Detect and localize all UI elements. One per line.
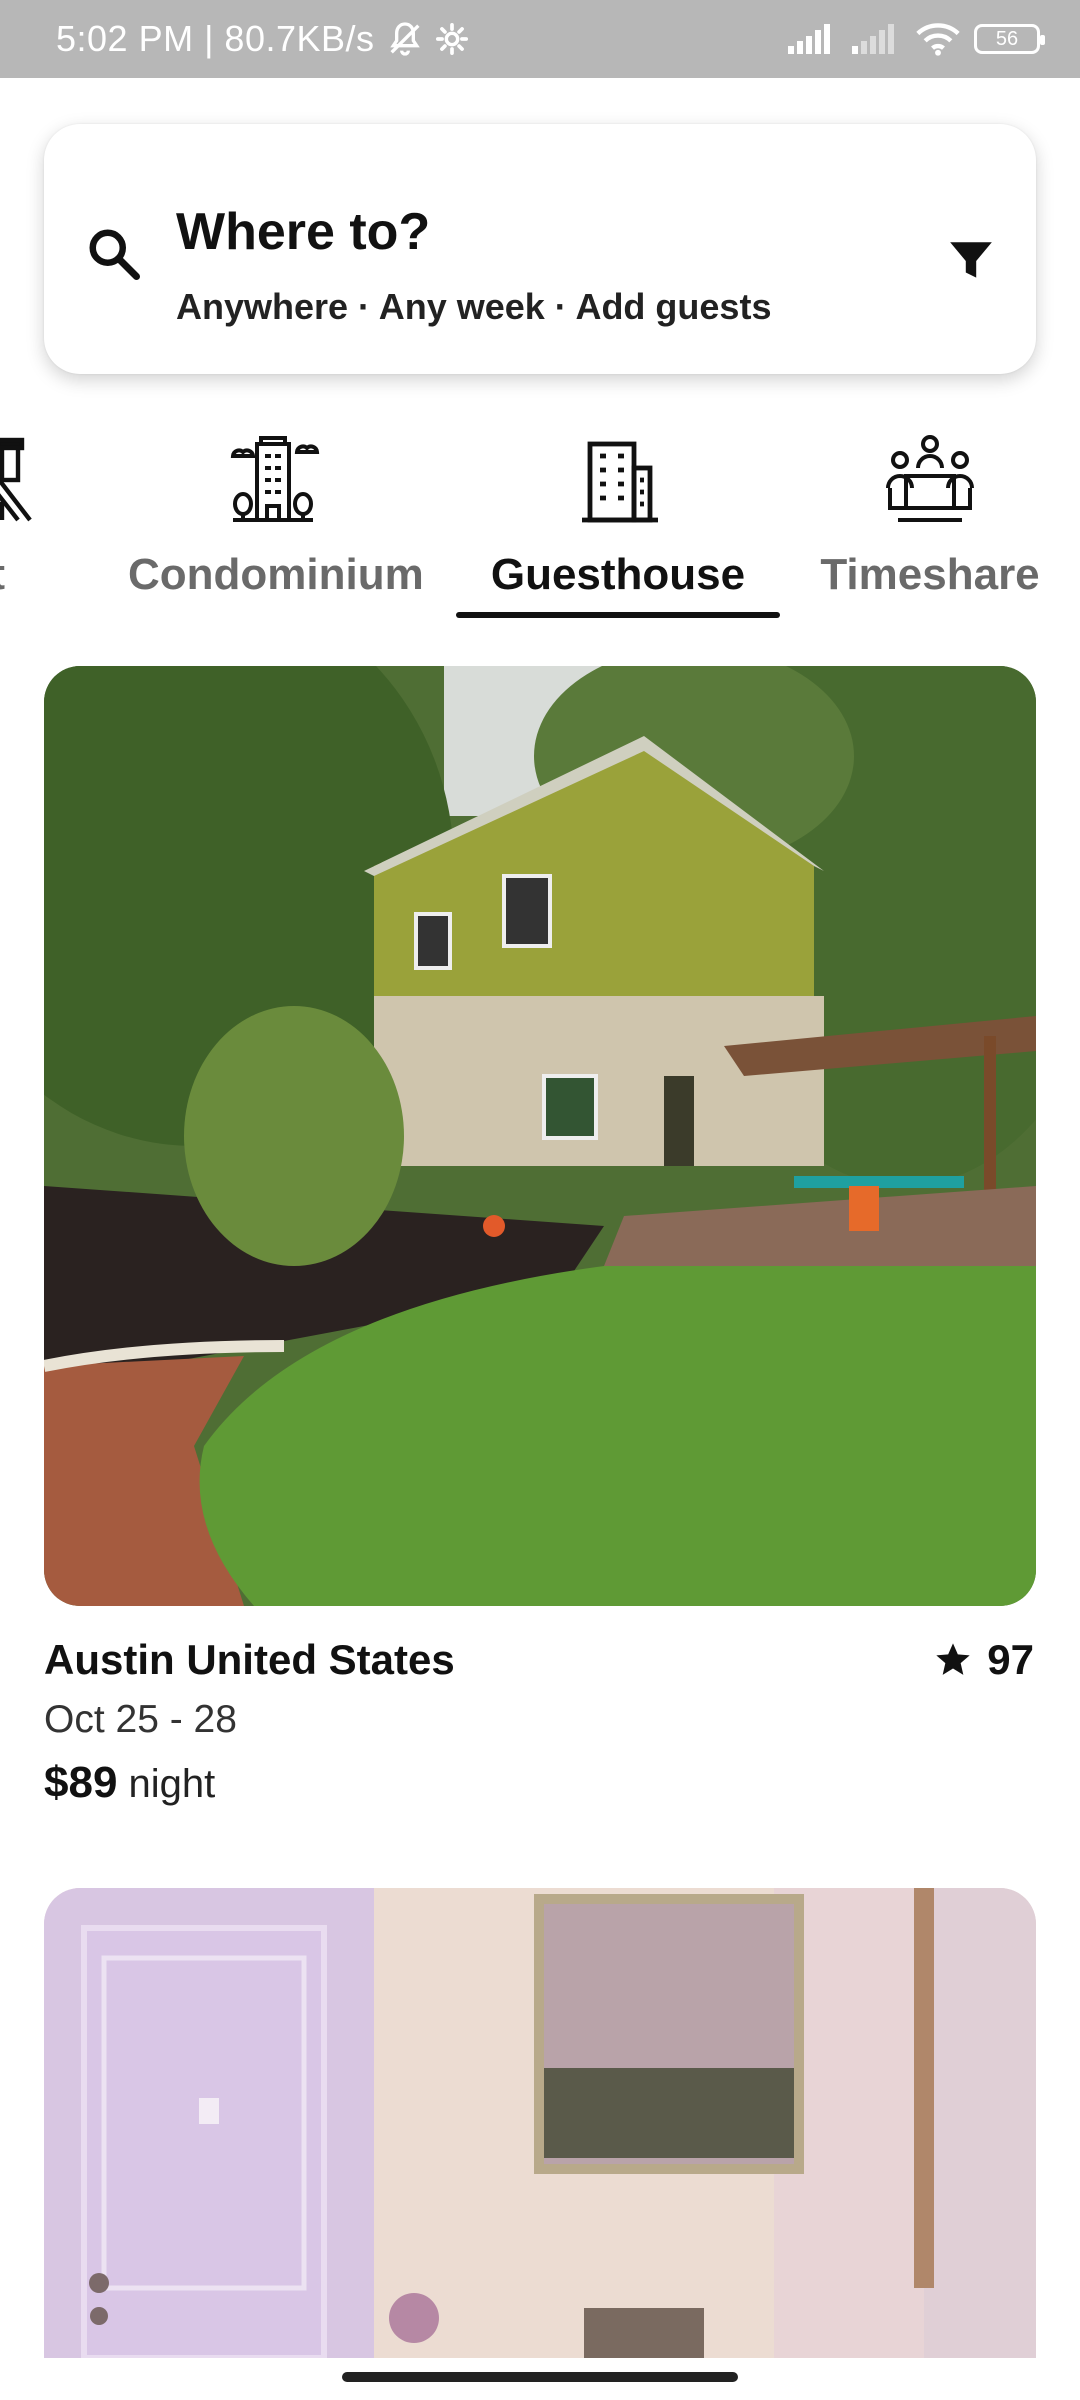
- timeshare-icon: [886, 435, 974, 522]
- mute-bell-icon: [389, 22, 420, 56]
- listing-photo[interactable]: [44, 1888, 1036, 2358]
- listing-card[interactable]: [44, 1888, 1036, 2358]
- guesthouse-icon: [582, 441, 658, 523]
- category-tab-condominium[interactable]: Condominium: [128, 420, 424, 620]
- status-left: 5:02 PM | 80.7KB/s: [56, 0, 469, 78]
- signal-weak-icon: [852, 24, 894, 54]
- search-card[interactable]: Where to? Anywhere · Any week · Add gues…: [44, 124, 1036, 374]
- listing-rating: 97: [933, 1636, 1034, 1684]
- category-label-loft: Loft: [0, 550, 102, 600]
- condominium-icon: [230, 436, 320, 522]
- star-icon: [936, 1643, 970, 1675]
- search-icon: [89, 229, 140, 280]
- battery-level: 56: [995, 27, 1019, 50]
- active-tab-indicator: [456, 612, 780, 618]
- listing-price-unit: night: [128, 1762, 216, 1806]
- category-bar: Loft Condominium Guesthouse: [0, 420, 1080, 620]
- category-tab-loft[interactable]: Loft: [0, 420, 80, 620]
- category-tab-guesthouse[interactable]: Guesthouse: [466, 420, 770, 620]
- battery-icon: 56: [974, 24, 1045, 54]
- listing-location: Austin United States: [44, 1636, 455, 1683]
- category-label-condominium: Condominium: [128, 550, 424, 599]
- search-subtitle: Anywhere · Any week · Add guests: [176, 286, 772, 327]
- listing-photo-image: [44, 1888, 1036, 2358]
- search-title: Where to?: [176, 203, 431, 261]
- filter-icon[interactable]: [946, 236, 996, 286]
- listing-photo-image: [44, 666, 1036, 1606]
- loft-icon: [0, 437, 32, 522]
- listing-card[interactable]: Austin United States 97 Oct 25 - 28 $89 …: [44, 666, 1036, 1807]
- category-label-timeshare: Timeshare: [820, 550, 1040, 599]
- status-bar: 5:02 PM | 80.7KB/s 56: [0, 0, 1080, 78]
- category-label-guesthouse: Guesthouse: [490, 550, 746, 599]
- listing-dates: Oct 25 - 28: [44, 1698, 237, 1741]
- wifi-icon: [916, 23, 960, 56]
- listing-photo[interactable]: [44, 666, 1036, 1606]
- rating-value: 97: [987, 1636, 1034, 1683]
- listing-price: $89: [44, 1758, 118, 1807]
- signal-icon: [788, 24, 830, 54]
- category-tab-timeshare[interactable]: Timeshare: [806, 420, 1054, 620]
- home-indicator[interactable]: [342, 2372, 738, 2382]
- status-right: 56: [788, 0, 1045, 78]
- status-time-speed: 5:02 PM | 80.7KB/s: [56, 18, 375, 59]
- listing-price-line: $89 night: [44, 1758, 215, 1808]
- settings-gear-icon: [435, 22, 468, 56]
